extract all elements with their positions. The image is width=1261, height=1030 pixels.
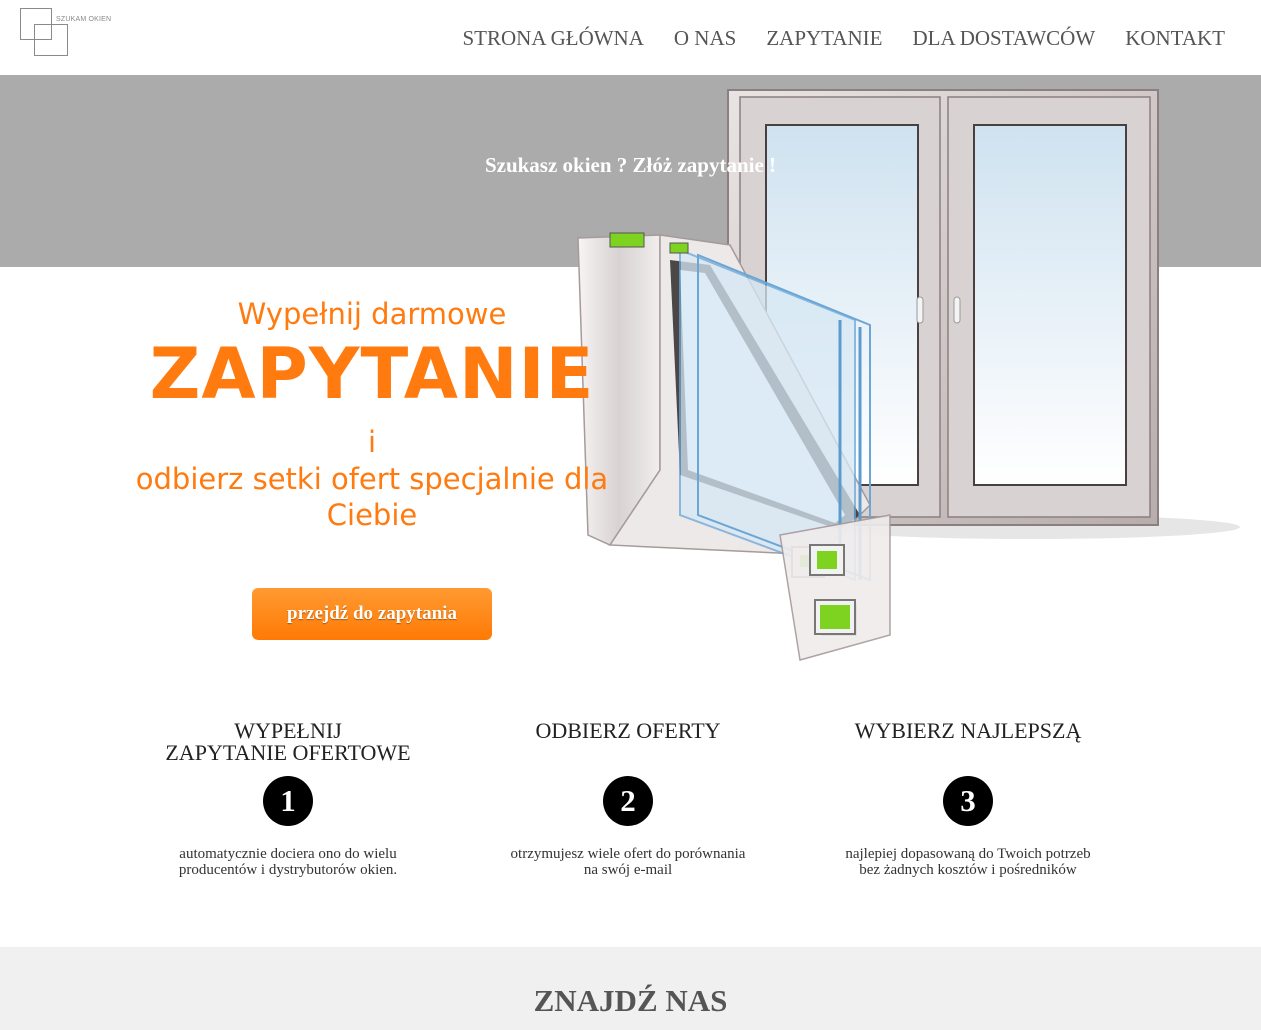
nav-home[interactable]: STRONA GŁÓWNA — [462, 26, 643, 51]
nav-about[interactable]: O NAS — [674, 26, 736, 51]
step-description-line: bez żadnych kosztów i pośredników — [859, 862, 1077, 878]
nav-inquiry[interactable]: ZAPYTANIE — [766, 26, 882, 51]
step-card: WYPEŁNIJ ZAPYTANIE OFERTOWE 1 automatycz… — [118, 720, 458, 879]
step-card: ODBIERZ OFERTY 2 otrzymujesz wiele ofert… — [458, 720, 798, 879]
main-nav: STRONA GŁÓWNA O NAS ZAPYTANIE DLA DOSTAW… — [462, 26, 1225, 51]
find-us-section: ZNAJDŹ NAS — [0, 947, 1261, 1030]
step-number: 1 — [263, 776, 313, 826]
step-title: WYPEŁNIJ ZAPYTANIE OFERTOWE — [118, 720, 458, 764]
step-card: WYBIERZ NAJLEPSZĄ 3 najlepiej dopasowaną… — [798, 720, 1138, 879]
step-description-line: najlepiej dopasowaną do Twoich potrzeb — [845, 846, 1091, 862]
step-description-line: producentów i dystrybutorów okien. — [178, 862, 398, 878]
step-title-line: WYPEŁNIJ — [234, 718, 342, 743]
go-to-inquiry-button[interactable]: przejdź do zapytania — [252, 588, 492, 640]
hero-line-receive: odbierz setki ofert specjalnie dla — [135, 462, 609, 496]
logo-text: SZUKAM OKIEN — [56, 16, 112, 23]
step-title-line: WYBIERZ NAJLEPSZĄ — [854, 718, 1082, 743]
step-description: automatycznie dociera ono do wielu produ… — [118, 846, 458, 878]
nav-suppliers[interactable]: DLA DOSTAWCÓW — [912, 26, 1095, 51]
hero-banner-text: Szukasz okien ? Złóż zapytanie ! — [484, 153, 777, 177]
hero-line-you: Ciebie — [326, 498, 418, 532]
logo[interactable]: SZUKAM OKIEN — [20, 8, 120, 58]
hero-copy: Wypełnij darmowe ZAPYTANIE i odbierz set… — [120, 297, 624, 533]
steps-section: WYPEŁNIJ ZAPYTANIE OFERTOWE 1 automatycz… — [0, 720, 1261, 920]
hero-section: Szukasz okien ? Złóż zapytanie ! Wypełni… — [0, 75, 1261, 675]
step-description: najlepiej dopasowaną do Twoich potrzeb b… — [798, 846, 1138, 878]
site-header: SZUKAM OKIEN STRONA GŁÓWNA O NAS ZAPYTAN… — [0, 0, 1261, 75]
step-title-line: ODBIERZ OFERTY — [535, 718, 721, 743]
step-number: 2 — [603, 776, 653, 826]
step-description-line: otrzymujesz wiele ofert do porównania — [510, 846, 746, 862]
hero-line-and: i — [367, 425, 377, 459]
step-title-line: ZAPYTANIE OFERTOWE — [165, 740, 411, 765]
hero-headline: ZAPYTANIE — [149, 333, 595, 415]
step-number: 3 — [943, 776, 993, 826]
step-title: ODBIERZ OFERTY — [458, 720, 798, 764]
logo-square-icon — [34, 24, 52, 40]
step-description-line: automatycznie dociera ono do wielu — [179, 846, 397, 862]
step-description-line: na swój e-mail — [583, 862, 673, 878]
step-title: WYBIERZ NAJLEPSZĄ — [798, 720, 1138, 764]
hero-line-fill: Wypełnij darmowe — [237, 297, 507, 331]
nav-contact[interactable]: KONTAKT — [1125, 26, 1225, 51]
find-us-title: ZNAJDŹ NAS — [533, 983, 728, 1018]
step-description: otrzymujesz wiele ofert do porównania na… — [458, 846, 798, 878]
